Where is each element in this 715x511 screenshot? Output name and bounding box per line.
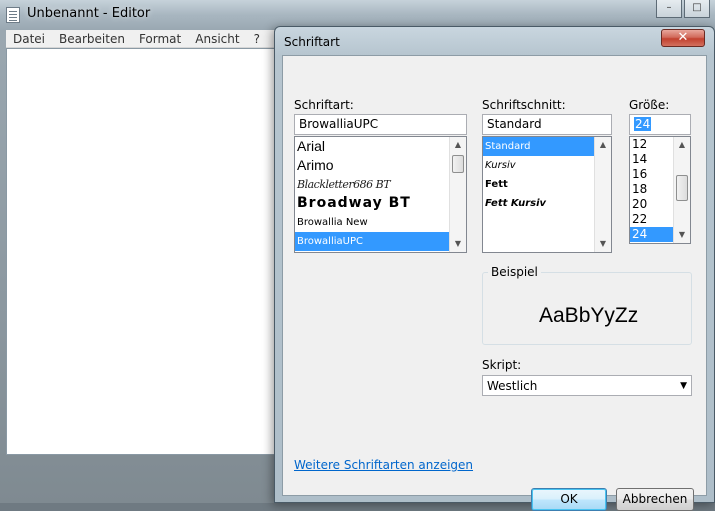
cancel-button[interactable]: Abbrechen xyxy=(616,488,694,511)
font-list-scrollbar[interactable]: ▲ ▼ xyxy=(449,137,466,252)
style-list-scrollbar[interactable]: ▲ ▼ xyxy=(594,137,611,252)
scroll-down-icon[interactable]: ▼ xyxy=(595,237,611,251)
script-select-value: Westlich xyxy=(487,379,538,393)
size-item[interactable]: 16 xyxy=(630,167,673,182)
font-item-arimo[interactable]: Arimo xyxy=(295,156,449,175)
size-list-scrollbar[interactable]: ▲ ▼ xyxy=(673,137,690,243)
size-item-selected[interactable]: 24 xyxy=(630,227,673,242)
menu-ansicht[interactable]: Ansicht xyxy=(188,30,246,46)
size-item[interactable]: 18 xyxy=(630,182,673,197)
size-item[interactable]: 14 xyxy=(630,152,673,167)
close-button[interactable]: ✕ xyxy=(661,29,705,47)
menu-bearbeiten[interactable]: Bearbeiten xyxy=(52,30,132,46)
editor-menubar: Datei Bearbeiten Format Ansicht? xyxy=(6,30,276,48)
size-list[interactable]: 12 14 16 18 20 22 24 ▲ ▼ xyxy=(629,136,691,244)
style-item-kursiv[interactable]: Kursiv xyxy=(483,156,594,175)
size-label: Größe: xyxy=(629,98,670,112)
font-input[interactable]: BrowalliaUPC xyxy=(294,114,467,135)
maximize-button[interactable]: □ xyxy=(684,0,710,18)
font-item-broadway[interactable]: Broadway BT xyxy=(295,194,449,213)
scroll-up-icon[interactable]: ▲ xyxy=(595,138,611,152)
font-label: Schriftart: xyxy=(294,98,354,112)
sample-text: AaBbYyZz xyxy=(539,304,639,327)
font-item-blackletter[interactable]: Blackletter686 BT xyxy=(295,175,449,194)
size-input[interactable]: 24 xyxy=(629,114,691,135)
editor-text-area[interactable] xyxy=(6,48,276,455)
scroll-thumb[interactable] xyxy=(452,155,464,173)
menu-help[interactable]: ? xyxy=(247,30,267,46)
size-input-value: 24 xyxy=(634,117,652,131)
style-list[interactable]: Standard Kursiv Fett Fett Kursiv ▲ ▼ xyxy=(482,136,612,253)
script-select[interactable]: Westlich ▼ xyxy=(482,375,692,396)
minimize-button[interactable]: – xyxy=(656,0,682,18)
font-dialog: Schriftart ✕ Schriftart: BrowalliaUPC Ar… xyxy=(274,26,715,511)
scroll-thumb[interactable] xyxy=(676,175,688,201)
scroll-down-icon[interactable]: ▼ xyxy=(674,228,690,242)
font-item-browalliaupc[interactable]: BrowalliaUPC xyxy=(295,232,449,251)
dialog-title: Schriftart xyxy=(284,35,340,49)
size-item[interactable]: 12 xyxy=(630,137,673,152)
menu-format[interactable]: Format xyxy=(132,30,188,46)
font-item-browallia-new[interactable]: Browallia New xyxy=(295,213,449,232)
scroll-up-icon[interactable]: ▲ xyxy=(450,138,466,152)
font-list[interactable]: Arial Arimo Blackletter686 BT Broadway B… xyxy=(294,136,467,253)
style-input[interactable]: Standard xyxy=(482,114,612,135)
scroll-up-icon[interactable]: ▲ xyxy=(674,138,690,152)
sample-label: Beispiel xyxy=(488,265,541,279)
style-item-fett[interactable]: Fett xyxy=(483,175,594,194)
script-label: Skript: xyxy=(482,358,522,372)
scroll-down-icon[interactable]: ▼ xyxy=(450,237,466,251)
size-item[interactable]: 20 xyxy=(630,197,673,212)
more-fonts-link[interactable]: Weitere Schriftarten anzeigen xyxy=(294,458,473,472)
chevron-down-icon: ▼ xyxy=(680,381,687,391)
ok-button[interactable]: OK xyxy=(531,488,607,511)
menu-datei[interactable]: Datei xyxy=(6,30,52,46)
style-item-fett-kursiv[interactable]: Fett Kursiv xyxy=(483,194,594,213)
editor-title: Unbenannt - Editor xyxy=(27,6,151,21)
notepad-icon xyxy=(6,7,20,23)
size-item[interactable]: 22 xyxy=(630,212,673,227)
style-label: Schriftschnitt: xyxy=(482,98,566,112)
dialog-body: Schriftart: BrowalliaUPC Arial Arimo Bla… xyxy=(282,55,707,511)
font-item-arial[interactable]: Arial xyxy=(295,137,449,156)
style-item-standard[interactable]: Standard xyxy=(483,137,594,156)
